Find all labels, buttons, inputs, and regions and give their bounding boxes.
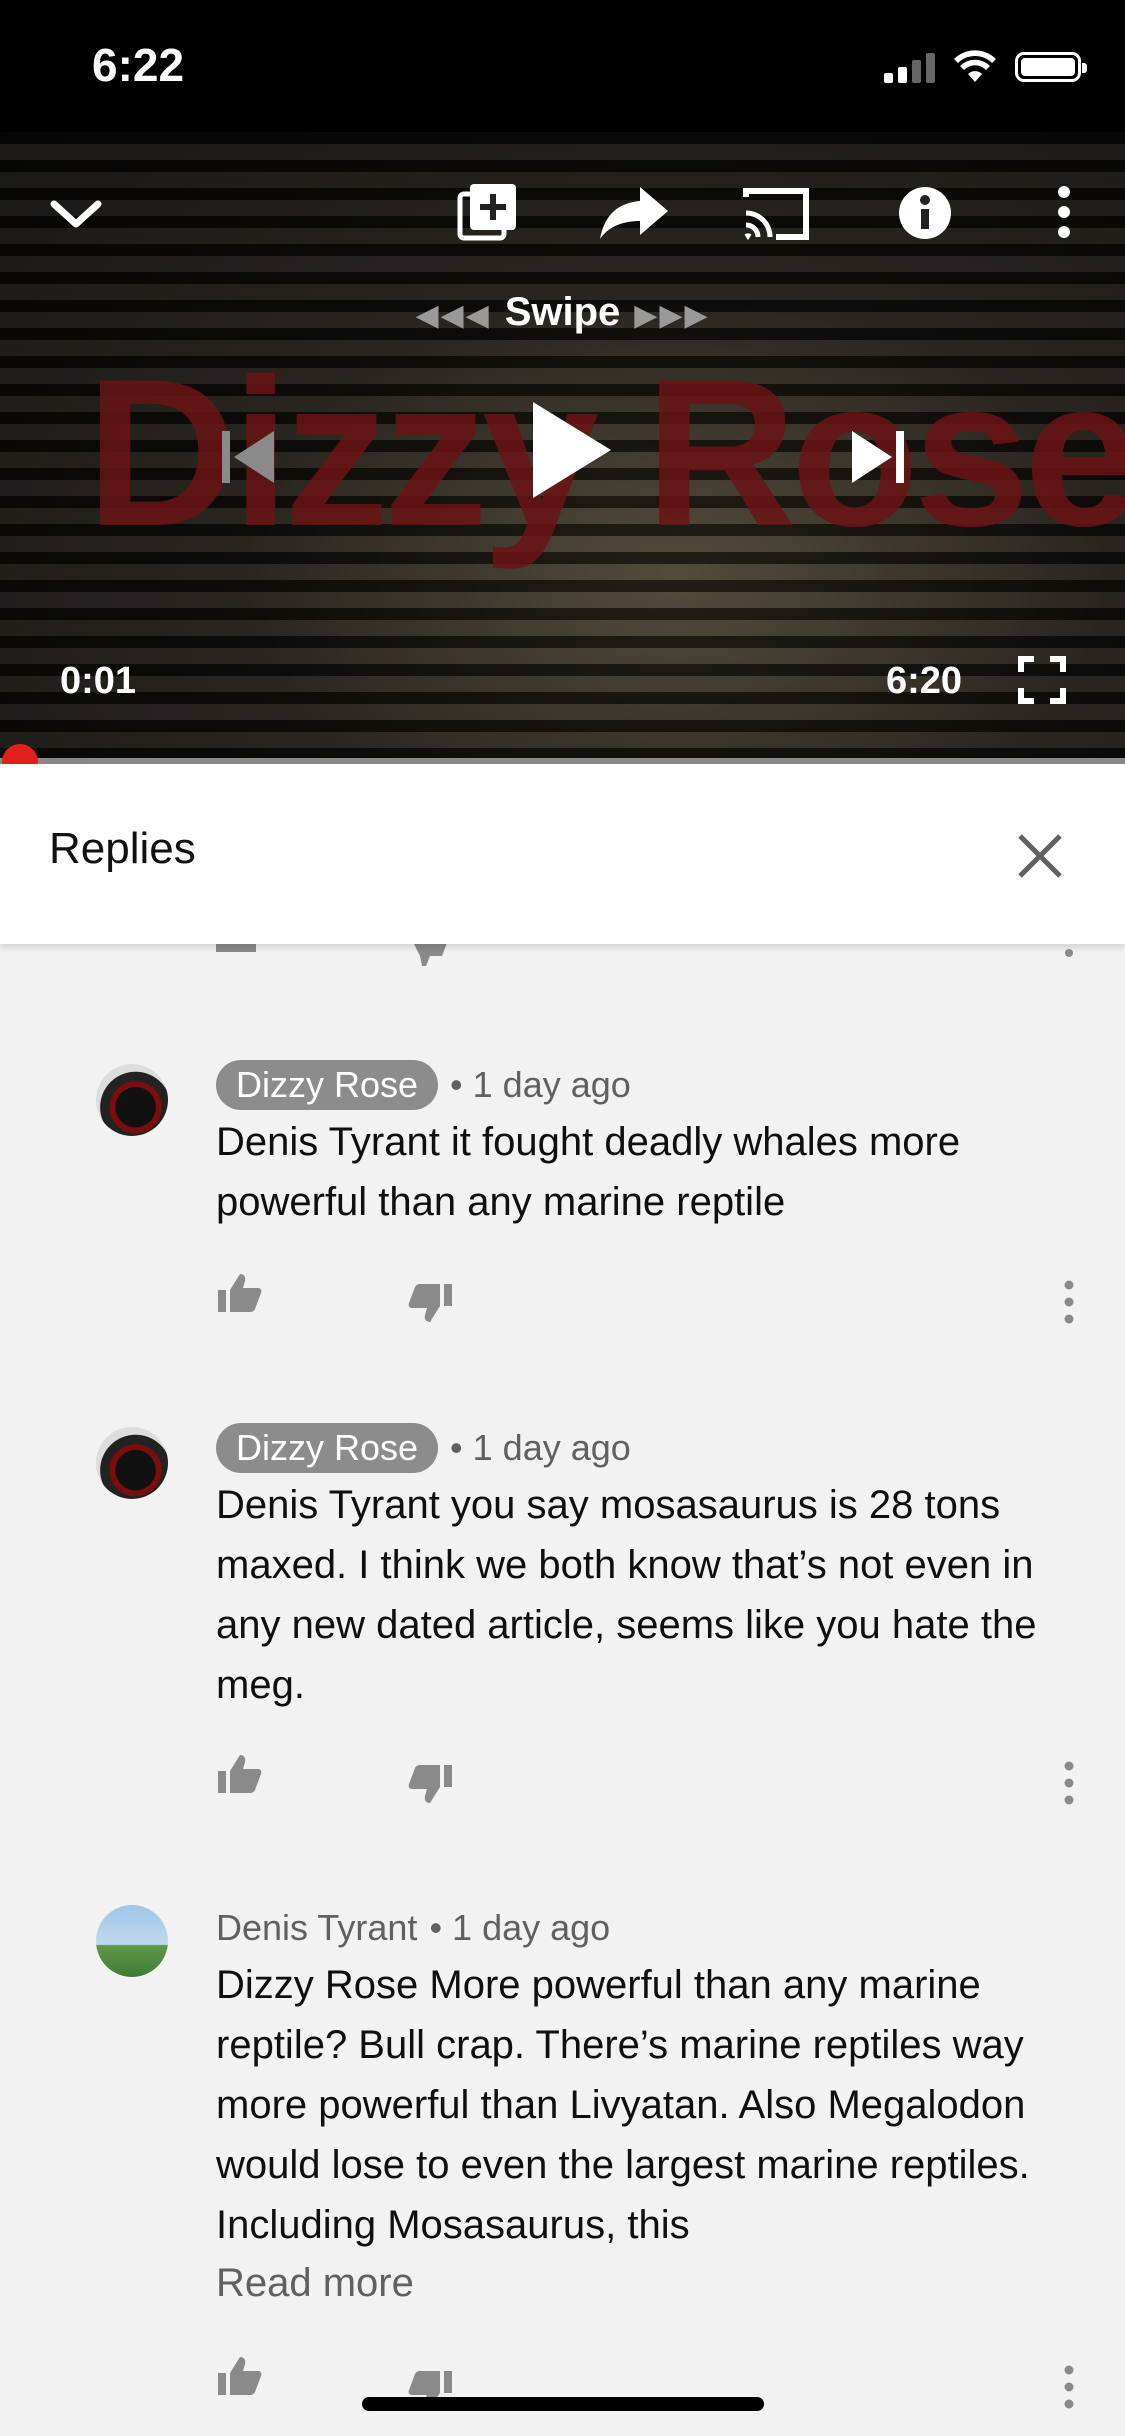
comment-meta: Dizzy Rose • 1 day ago [216,1060,631,1110]
share-icon[interactable] [596,178,672,248]
like-icon[interactable] [216,1753,262,1800]
status-icons [884,50,1087,84]
add-to-playlist-icon[interactable] [452,176,524,248]
avatar[interactable] [96,1427,168,1499]
swipe-right-arrows: ▶▶▶ [634,299,710,332]
fullscreen-icon[interactable] [1012,650,1072,710]
comment-text: Denis Tyrant it fought deadly whales mor… [216,1120,961,1224]
dislike-icon[interactable] [408,1282,454,1329]
comment-meta: Dizzy Rose • 1 day ago [216,1423,631,1473]
comment-menu-icon[interactable] [1064,946,1074,964]
total-duration: 6:20 [886,660,963,702]
cast-icon[interactable] [740,180,812,246]
avatar[interactable] [96,1064,168,1136]
close-icon[interactable] [1010,826,1070,886]
comment-time: 1 day ago [472,1427,631,1468]
comment-text: Dizzy Rose More powerful than any marine… [216,1963,1030,2247]
comment-text: Denis Tyrant you say mosasaurus is 28 to… [216,1483,1037,1707]
play-icon[interactable] [520,390,620,510]
separator-dot: • [450,1064,463,1105]
comment-author[interactable]: Denis Tyrant [216,1907,417,1949]
swipe-left-arrows: ◀◀◀ [415,299,491,332]
read-more-link[interactable]: Read more [216,2261,414,2306]
comment-time: 1 day ago [452,1907,611,1948]
next-icon[interactable] [846,422,910,492]
signal-icon [884,51,935,83]
replies-header: Replies [0,764,1125,944]
video-player[interactable]: Dizzy Rose ◀◀◀ Swipe ▶▶▶ 0:01 6:20 [0,132,1125,764]
wifi-icon [954,50,996,82]
swipe-hint: ◀◀◀ Swipe ▶▶▶ [0,290,1125,335]
info-icon[interactable] [890,178,960,248]
comment-meta: Denis Tyrant • 1 day ago [216,1907,610,1949]
like-icon[interactable] [216,2355,262,2402]
more-options-icon[interactable] [1044,176,1084,248]
dislike-icon[interactable] [408,940,452,971]
like-icon[interactable] [216,1272,262,1319]
battery-icon [1015,52,1087,82]
status-time: 6:22 [92,39,185,91]
home-indicator[interactable] [362,2397,764,2411]
minimize-chevron-icon[interactable] [44,182,108,246]
avatar[interactable] [96,1905,168,1977]
separator-dot: • [450,1427,463,1468]
comment-time: 1 day ago [472,1064,631,1105]
separator-dot: • [429,1907,443,1948]
comment-menu-icon[interactable] [1064,1280,1074,1329]
replies-title: Replies [49,824,196,873]
comment-menu-icon[interactable] [1064,2365,1074,2414]
elapsed-time: 0:01 [60,660,137,702]
author-badge[interactable]: Dizzy Rose [216,1423,439,1473]
dislike-icon[interactable] [408,1763,454,1810]
comment-menu-icon[interactable] [1064,1761,1074,1810]
previous-icon[interactable] [216,422,280,492]
swipe-label: Swipe [504,290,621,334]
status-bar: 6:22 [0,0,1125,132]
author-badge[interactable]: Dizzy Rose [216,1060,439,1110]
